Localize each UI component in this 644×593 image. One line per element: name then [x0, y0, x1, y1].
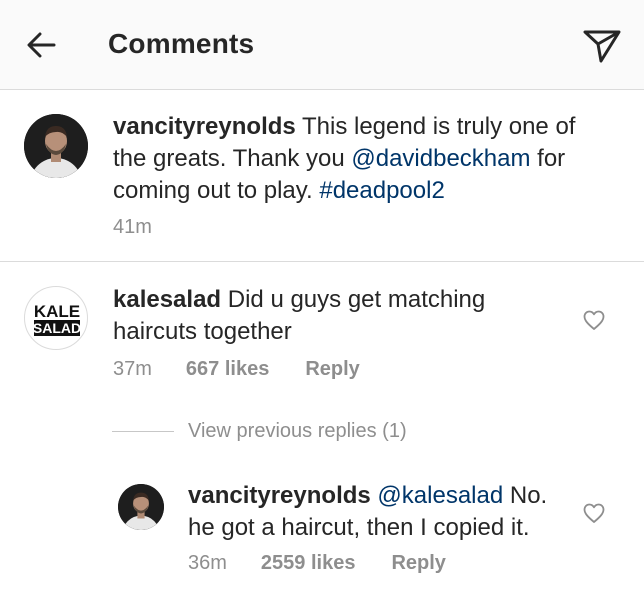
heart-outline-icon[interactable]: [582, 501, 606, 525]
heart-outline-icon[interactable]: [582, 308, 606, 332]
reply-meta: 36m 2559 likes Reply: [188, 552, 446, 575]
avatar-text-top: KALE: [34, 302, 80, 321]
reply-username[interactable]: vancityreynolds: [188, 482, 371, 509]
page-title: Comments: [108, 28, 255, 59]
timestamp: 37m: [113, 358, 152, 380]
avatar-text-bottom: SALAD: [33, 320, 81, 336]
caption-block: vancityreynolds This legend is truly one…: [0, 90, 644, 262]
paper-plane-icon[interactable]: [580, 26, 624, 66]
reply-button[interactable]: Reply: [305, 358, 359, 381]
timestamp: 36m: [188, 552, 227, 574]
hashtag-link[interactable]: #deadpool2: [319, 177, 444, 204]
avatar[interactable]: KALE SALAD: [24, 286, 88, 350]
mention-link[interactable]: @kalesalad: [377, 482, 503, 509]
mention-link[interactable]: @davidbeckham: [351, 145, 530, 172]
likes-count[interactable]: 667 likes: [186, 358, 269, 381]
avatar[interactable]: [24, 114, 88, 178]
reply-text: vancityreynolds @kalesalad No. he got a …: [188, 480, 558, 544]
caption-text: vancityreynolds This legend is truly one…: [113, 111, 613, 207]
view-previous-label[interactable]: View previous replies (1): [188, 420, 407, 443]
caption-username[interactable]: vancityreynolds: [113, 113, 296, 140]
top-bar: Comments: [0, 0, 644, 90]
reply-button[interactable]: Reply: [391, 552, 445, 575]
timestamp: 41m: [113, 216, 152, 238]
comment-meta: 37m 667 likes Reply: [113, 358, 360, 381]
comment-text: kalesalad Did u guys get matching haircu…: [113, 284, 533, 348]
comment-username[interactable]: kalesalad: [113, 286, 221, 313]
view-previous-replies[interactable]: View previous replies (1): [112, 420, 407, 443]
avatar[interactable]: [118, 484, 164, 530]
likes-count[interactable]: 2559 likes: [261, 552, 356, 575]
divider: [112, 431, 174, 432]
arrow-left-icon[interactable]: [22, 26, 60, 64]
caption-time: 41m: [113, 216, 152, 239]
